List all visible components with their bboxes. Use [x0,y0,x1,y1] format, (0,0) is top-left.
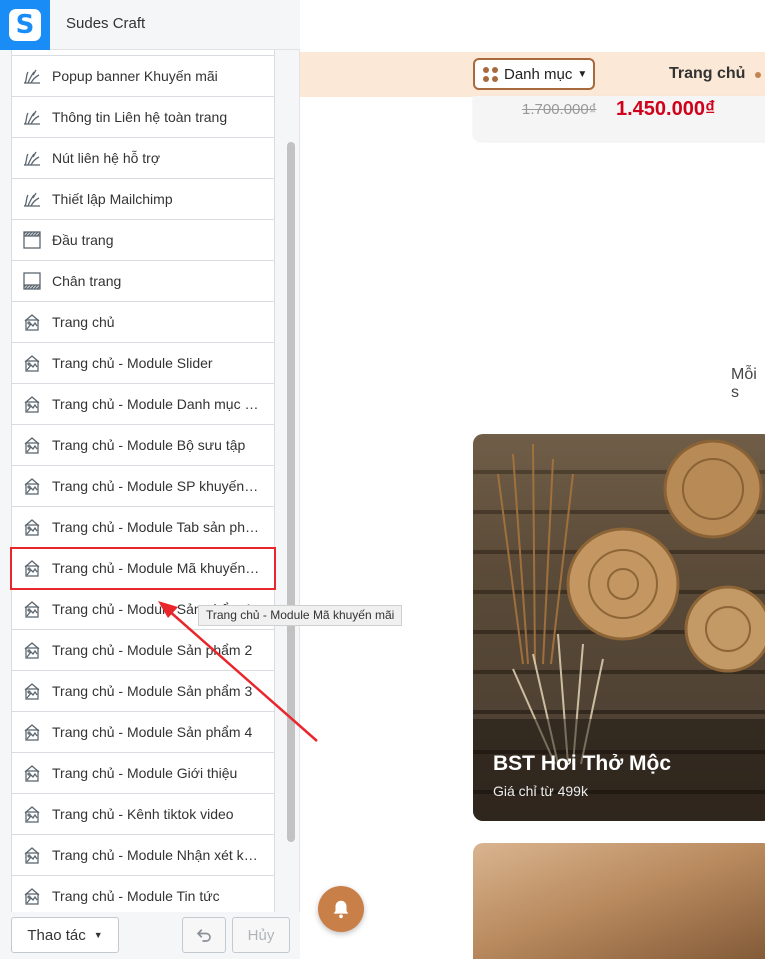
home-image-icon [22,353,42,373]
section-item-label: Thông tin Liên hệ toàn trang [52,109,228,125]
app-logo[interactable]: S [0,0,50,50]
header-layout-icon [22,230,42,250]
section-item[interactable]: Trang chủ - Module Sản phẩm 3 [11,671,275,712]
home-image-icon [22,312,42,332]
brush-icon [22,66,42,86]
section-item-label: Trang chủ - Module SP khuyến mãi [52,478,262,494]
old-price: 1.700.000₫ [522,101,597,118]
category-menu-button[interactable]: Danh mục ▼ [473,58,595,90]
theme-editor-panel: S Sudes Craft Popup (cut off)Popup banne… [0,0,300,959]
home-image-icon [22,804,42,824]
site-nav-bar: Danh mục ▼ Trang chủ [300,52,765,97]
home-image-icon [22,886,42,906]
section-item-label: Trang chủ - Module Sản phẩm 3 [52,683,253,699]
home-image-icon [22,640,42,660]
caret-down-icon: ▼ [577,68,588,80]
section-text-cut: Mỗi s [731,366,757,401]
footer-layout-icon [22,271,42,291]
grid-dots-icon [483,66,498,82]
action-dropdown-button[interactable]: Thao tác ▼ [11,917,119,953]
sale-price: 1.450.000₫ [616,98,716,120]
undo-icon [196,929,211,942]
section-item[interactable]: Đầu trang [11,220,275,261]
section-item-label: Trang chủ - Module Slider [52,355,213,371]
nav-home-link[interactable]: Trang chủ [669,65,745,83]
home-image-icon [22,599,42,619]
bell-icon [333,900,349,919]
section-item-label: Đầu trang [52,232,114,248]
cancel-button[interactable]: Hủy [232,917,290,953]
home-image-icon [22,517,42,537]
section-item-label: Trang chủ - Module Sản phẩm 2 [52,642,253,658]
collection-banner[interactable]: BST Hơi Thở Mộc Giá chỉ từ 499k [473,434,765,821]
section-item-label: Nút liên hệ hỗ trợ [52,150,161,166]
section-item[interactable]: Trang chủ - Module Tab sản phẩm [11,507,275,548]
brush-icon [22,148,42,168]
undo-button[interactable] [182,917,226,953]
banner-subtitle: Giá chỉ từ 499k [493,783,588,799]
section-item-label: Trang chủ - Module Mã khuyến mãi [52,560,262,576]
section-item-label: Trang chủ - Module Tab sản phẩm [52,519,262,535]
section-item[interactable]: Trang chủ - Module Tin tức [11,876,275,912]
panel-footer: Thao tác ▼ Hủy [0,912,300,959]
section-item-label: Popup banner Khuyến mãi [52,68,218,84]
action-label: Thao tác [27,926,86,944]
home-image-icon [22,558,42,578]
panel-header: S Sudes Craft [0,0,300,50]
section-item[interactable]: Trang chủ - Kênh tiktok video [11,794,275,835]
product-price-card: 1.700.000₫ 1.450.000₫ [473,96,765,141]
logo-letter: S [9,9,41,41]
category-label: Danh mục [504,65,573,83]
section-item[interactable]: Trang chủ - Module SP khuyến mãi [11,466,275,507]
home-image-icon [22,435,42,455]
second-banner[interactable] [473,843,765,959]
section-item-label: Trang chủ - Module Sản phẩm 4 [52,724,253,740]
section-item-label: Chân trang [52,273,122,289]
section-item[interactable]: Trang chủ - Module Danh mục nổi bật [11,384,275,425]
app-title: Sudes Craft [66,15,146,32]
caret-down-icon: ▼ [93,930,103,940]
home-image-icon [22,394,42,414]
section-item[interactable]: Trang chủ - Module Bộ sưu tập [11,425,275,466]
brush-icon [22,107,42,127]
banner-title: BST Hơi Thở Mộc [493,752,672,775]
section-item[interactable]: Trang chủ - Module Sản phẩm 4 [11,712,275,753]
home-image-icon [22,476,42,496]
nav-separator-dot [755,72,761,78]
notification-bell-button[interactable] [318,886,364,932]
brush-icon [22,189,42,209]
section-item-label: Trang chủ [52,314,115,330]
section-item-label: Trang chủ - Module Bộ sưu tập [52,437,246,453]
section-item-label: Trang chủ - Module Danh mục nổi bật [52,396,262,412]
section-item-label: Thiết lập Mailchimp [52,191,173,207]
section-item[interactable]: Trang chủ [11,302,275,343]
section-item[interactable]: Nút liên hệ hỗ trợ [11,138,275,179]
section-item-label: Trang chủ - Module Giới thiệu [52,765,238,781]
home-image-icon [22,763,42,783]
section-item[interactable]: Trang chủ - Module Giới thiệu [11,753,275,794]
home-image-icon [22,722,42,742]
home-image-icon [22,845,42,865]
scrollbar-thumb[interactable] [287,142,295,842]
section-item[interactable]: Thông tin Liên hệ toàn trang [11,97,275,138]
section-item-label: Trang chủ - Kênh tiktok video [52,806,234,822]
section-item-label: Trang chủ - Module Tin tức [52,888,220,904]
section-item[interactable]: Trang chủ - Module Nhận xét khách hàng [11,835,275,876]
section-item[interactable]: Thiết lập Mailchimp [11,179,275,220]
section-list-viewport: Popup (cut off)Popup banner Khuyến mãiTh… [0,50,300,912]
tooltip: Trang chủ - Module Mã khuyến mãi [198,605,403,626]
site-preview: Danh mục ▼ Trang chủ 1.700.000₫ 1.450.00… [300,0,765,959]
section-item-selected[interactable]: Trang chủ - Module Mã khuyến mãi [10,547,276,590]
section-item[interactable]: Trang chủ - Module Slider [11,343,275,384]
home-image-icon [22,681,42,701]
section-list: Popup (cut off)Popup banner Khuyến mãiTh… [10,50,276,912]
section-item[interactable]: Trang chủ - Module Sản phẩm 2 [11,630,275,671]
section-item[interactable]: Chân trang [11,261,275,302]
section-item-label: Trang chủ - Module Nhận xét khách hàng [52,847,262,863]
section-item[interactable]: Popup banner Khuyến mãi [11,56,275,97]
